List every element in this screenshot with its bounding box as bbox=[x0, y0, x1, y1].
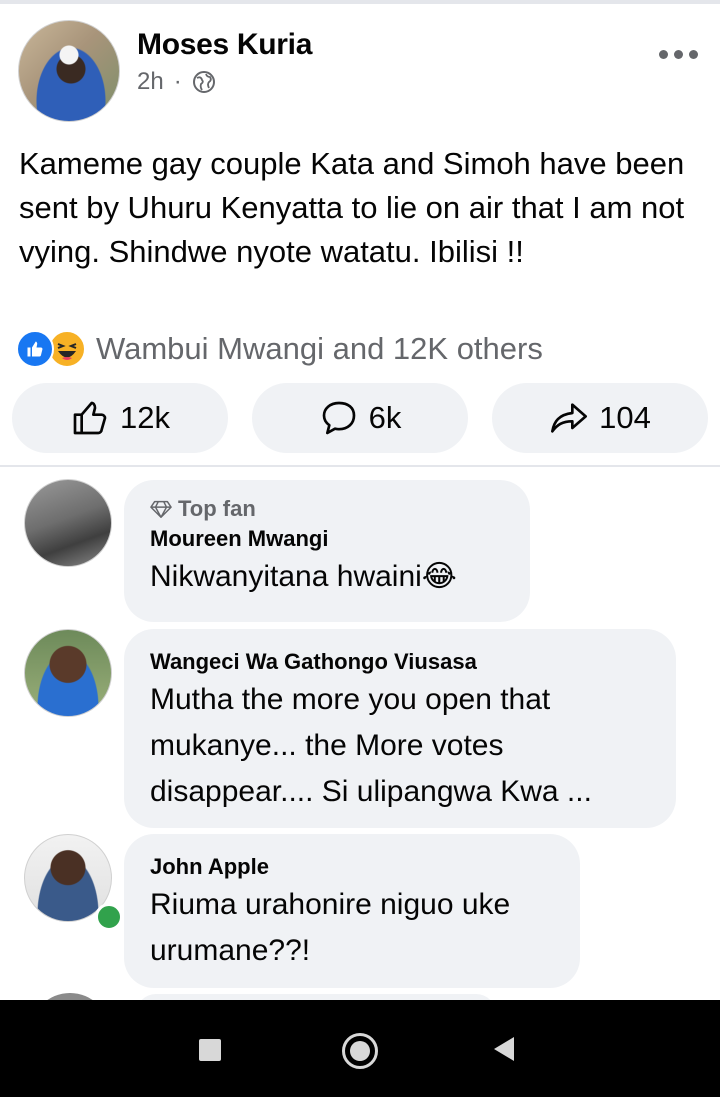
commenter-name[interactable]: Wangeci Wa Gathongo Viusasa bbox=[150, 647, 650, 677]
top-divider bbox=[0, 0, 720, 4]
more-options-icon[interactable] bbox=[659, 50, 698, 59]
like-count: 12k bbox=[120, 400, 170, 435]
like-reaction-icon bbox=[16, 330, 54, 368]
reactions-summary[interactable]: Wambui Mwangi and 12K others bbox=[16, 330, 543, 368]
commenter-avatar[interactable] bbox=[24, 629, 112, 717]
comment-text: Riuma urahonire niguo uke urumane??! bbox=[150, 888, 511, 967]
comment-text: Nikwanyitana hwaini😂 bbox=[150, 560, 457, 593]
commenter-name[interactable]: John Apple bbox=[150, 852, 554, 882]
comment-count: 6k bbox=[368, 400, 402, 435]
recents-icon[interactable] bbox=[199, 1039, 221, 1061]
reactions-text: Wambui Mwangi and 12K others bbox=[96, 331, 543, 366]
post-text: Kameme gay couple Kata and Simoh have be… bbox=[19, 146, 685, 269]
comment-bubble[interactable]: Wangeci Wa Gathongo Viusasa Mutha the mo… bbox=[124, 629, 676, 828]
diamond-icon bbox=[150, 500, 172, 518]
comment-button[interactable]: 6k bbox=[252, 383, 468, 453]
online-status-indicator bbox=[95, 903, 123, 931]
author-name[interactable]: Moses Kuria bbox=[137, 28, 312, 62]
like-button[interactable]: 12k bbox=[12, 383, 228, 453]
comment-text: Mutha the more you open that mukanye... … bbox=[150, 683, 592, 808]
home-icon[interactable] bbox=[342, 1033, 378, 1069]
back-icon[interactable] bbox=[494, 1037, 514, 1061]
system-nav-bar bbox=[0, 1000, 720, 1097]
post-time[interactable]: 2h bbox=[137, 68, 164, 96]
comment-bubble[interactable]: Top fan Moureen Mwangi Nikwanyitana hwai… bbox=[124, 480, 530, 622]
commenter-avatar[interactable] bbox=[24, 479, 112, 567]
post-meta: 2h · bbox=[137, 68, 216, 96]
top-fan-badge: Top fan bbox=[150, 494, 504, 524]
meta-dot: · bbox=[173, 68, 182, 95]
section-divider bbox=[0, 465, 720, 467]
comment-icon bbox=[322, 401, 355, 435]
share-button[interactable]: 104 bbox=[492, 383, 708, 453]
comment-bubble[interactable]: John Apple Riuma urahonire niguo uke uru… bbox=[124, 834, 580, 988]
post-actions: 12k 6k 104 bbox=[12, 383, 708, 453]
share-count: 104 bbox=[599, 400, 651, 435]
top-fan-label: Top fan bbox=[178, 496, 256, 521]
globe-icon[interactable] bbox=[192, 70, 216, 94]
author-avatar[interactable] bbox=[18, 20, 120, 122]
commenter-name[interactable]: Moureen Mwangi bbox=[150, 524, 504, 554]
like-icon bbox=[73, 401, 107, 435]
share-icon bbox=[551, 403, 588, 433]
